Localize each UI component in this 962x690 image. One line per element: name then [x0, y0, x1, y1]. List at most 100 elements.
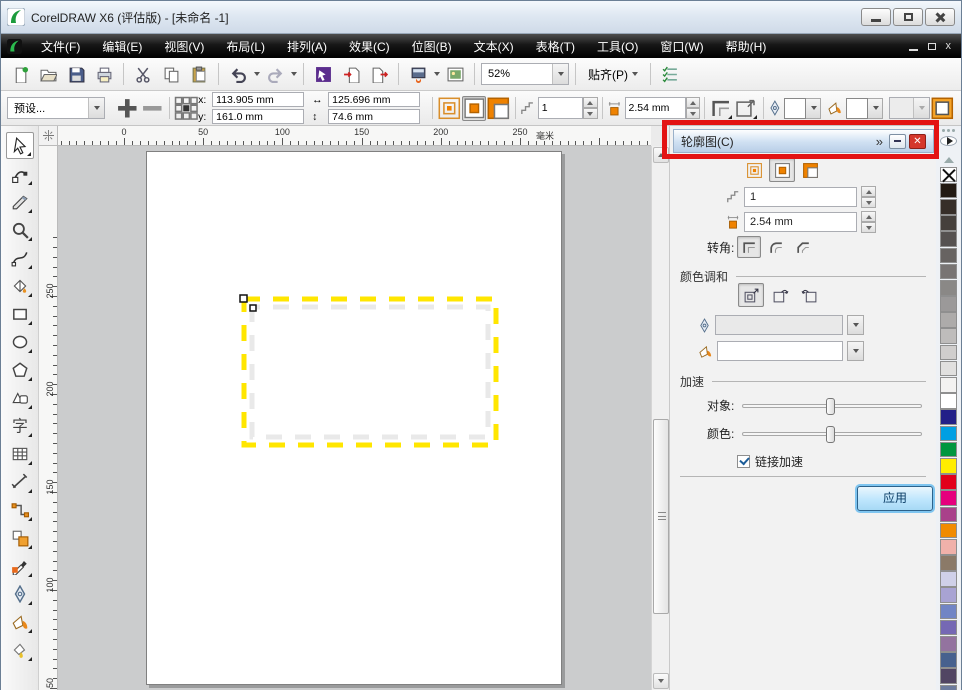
- docker-inside-contour-button[interactable]: [769, 158, 795, 182]
- color-swatch[interactable]: [940, 280, 957, 296]
- save-button[interactable]: [63, 61, 89, 87]
- docker-steps-field[interactable]: 1: [744, 187, 857, 207]
- vertical-scrollbar[interactable]: [651, 146, 669, 690]
- presets-combo[interactable]: 预设...: [7, 97, 105, 119]
- color-swatch[interactable]: [940, 474, 957, 490]
- color-swatch[interactable]: [940, 636, 957, 652]
- apply-button[interactable]: 应用: [857, 486, 933, 511]
- import-button[interactable]: [338, 61, 364, 87]
- freehand-tool[interactable]: [6, 244, 34, 271]
- color-swatch[interactable]: [940, 507, 957, 523]
- palette-grip-icon[interactable]: [942, 129, 955, 132]
- color-swatch[interactable]: [940, 458, 957, 474]
- print-button[interactable]: [91, 61, 117, 87]
- docker-outside-contour-button[interactable]: [797, 158, 823, 182]
- outline-color-combo[interactable]: [784, 98, 821, 119]
- outline-pen-tool[interactable]: [6, 580, 34, 607]
- document-minimize-button[interactable]: [909, 49, 918, 51]
- object-position-button[interactable]: [174, 96, 199, 121]
- options-button[interactable]: [657, 61, 683, 87]
- color-swatch[interactable]: [940, 377, 957, 393]
- basic-shapes-tool[interactable]: [6, 384, 34, 411]
- color-swatch[interactable]: [940, 426, 957, 442]
- object-properties-button[interactable]: [930, 96, 955, 121]
- menu-item-2[interactable]: 编辑(E): [91, 34, 153, 59]
- pick-tool[interactable]: [6, 132, 34, 159]
- bevel-corner-button[interactable]: [791, 236, 815, 258]
- ellipse-tool[interactable]: [6, 328, 34, 355]
- contour-to-center-button[interactable]: [437, 96, 462, 121]
- vertical-ruler[interactable]: 50100150200250: [39, 146, 58, 690]
- round-corner-button[interactable]: [764, 236, 788, 258]
- contour-steps-spinner[interactable]: [583, 97, 598, 119]
- docker-steps-spinner[interactable]: [861, 186, 876, 208]
- fill-color-dropdown[interactable]: [847, 341, 864, 361]
- zoom-tool[interactable]: [6, 216, 34, 243]
- chevron-down-icon[interactable]: [254, 72, 260, 76]
- cut-button[interactable]: [130, 61, 156, 87]
- menu-item-1[interactable]: 文件(F): [30, 34, 91, 59]
- object-acceleration-slider[interactable]: [742, 404, 922, 408]
- delete-preset-button[interactable]: [140, 96, 165, 121]
- color-swatch[interactable]: [940, 312, 957, 328]
- color-acceleration-slider[interactable]: [742, 432, 922, 436]
- fill-color-combo[interactable]: [846, 98, 883, 119]
- menu-item-3[interactable]: 视图(V): [153, 34, 215, 59]
- rectangle-tool[interactable]: [6, 300, 34, 327]
- link-acceleration-checkbox[interactable]: [737, 455, 750, 468]
- horizontal-ruler[interactable]: 050100150200250毫米: [58, 126, 651, 146]
- table-tool[interactable]: [6, 440, 34, 467]
- color-swatch[interactable]: [940, 620, 957, 636]
- contour-corners-button[interactable]: [709, 96, 734, 121]
- open-button[interactable]: [35, 61, 61, 87]
- menu-item-6[interactable]: 效果(C): [338, 34, 401, 59]
- redo-button[interactable]: [262, 61, 288, 87]
- color-swatch[interactable]: [940, 490, 957, 506]
- color-swatch[interactable]: [940, 539, 957, 555]
- docker-title-bar[interactable]: 轮廓图(C) » ✕: [673, 129, 934, 153]
- contour-offset-spinner[interactable]: [686, 97, 701, 119]
- docker-close-button[interactable]: ✕: [909, 134, 926, 149]
- connector-tool[interactable]: [6, 496, 34, 523]
- menu-item-11[interactable]: 窗口(W): [649, 34, 714, 59]
- outline-color-dropdown[interactable]: [847, 315, 864, 335]
- scroll-up-button[interactable]: [653, 147, 669, 163]
- color-swatch[interactable]: [940, 215, 957, 231]
- docker-collapse-button[interactable]: »: [876, 134, 883, 149]
- shape-tool[interactable]: [6, 160, 34, 187]
- color-swatch[interactable]: [940, 523, 957, 539]
- outside-contour-button[interactable]: [486, 96, 511, 121]
- docker-offset-spinner[interactable]: [861, 211, 876, 233]
- selection-rect[interactable]: [244, 299, 496, 445]
- blend-tool[interactable]: [6, 524, 34, 551]
- fill-color-dropdown[interactable]: [868, 98, 883, 119]
- color-swatch[interactable]: [940, 409, 957, 425]
- polygon-tool[interactable]: [6, 356, 34, 383]
- color-swatch[interactable]: [940, 393, 957, 409]
- export-button[interactable]: [366, 61, 392, 87]
- x-position-field[interactable]: 113.905 mm: [212, 92, 304, 107]
- color-swatch[interactable]: [940, 571, 957, 587]
- slider-thumb[interactable]: [826, 426, 835, 443]
- y-position-field[interactable]: 161.0 mm: [212, 109, 304, 124]
- presets-dropdown-button[interactable]: [88, 98, 104, 118]
- contour-selection-preview[interactable]: [238, 293, 502, 451]
- palette-flyout-button[interactable]: [940, 136, 957, 146]
- color-swatch[interactable]: [940, 361, 957, 377]
- docker-offset-field[interactable]: 2.54 mm: [744, 212, 857, 232]
- fill-tool[interactable]: [6, 608, 34, 635]
- chevron-down-icon[interactable]: [434, 72, 440, 76]
- dimension-tool[interactable]: [6, 468, 34, 495]
- node-handle[interactable]: [240, 295, 247, 302]
- minimize-button[interactable]: [861, 8, 891, 26]
- zoom-dropdown-button[interactable]: [552, 64, 568, 84]
- color-swatch[interactable]: [940, 264, 957, 280]
- docker-minimize-button[interactable]: [889, 134, 906, 149]
- contour-offset-field[interactable]: 2.54 mm: [625, 97, 686, 119]
- clockwise-blend-button[interactable]: [767, 283, 793, 307]
- copy-button[interactable]: [158, 61, 184, 87]
- miter-corner-button[interactable]: [737, 236, 761, 258]
- smart-fill-tool[interactable]: [6, 272, 34, 299]
- contour-direction-button[interactable]: [734, 96, 759, 121]
- menu-item-9[interactable]: 表格(T): [525, 34, 586, 59]
